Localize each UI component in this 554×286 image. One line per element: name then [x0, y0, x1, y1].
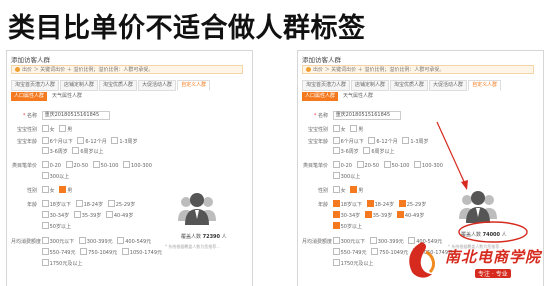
annotation-overlay: [436, 121, 528, 243]
school-logo-icon: [409, 242, 435, 278]
annotation-arrow: [436, 121, 467, 187]
watermark-brand: 南北电商学院: [445, 248, 542, 266]
watermark-slogan: 专注 · 专业: [475, 269, 511, 278]
highlight-ellipse: [458, 221, 528, 243]
arrowhead-icon: [461, 180, 468, 190]
